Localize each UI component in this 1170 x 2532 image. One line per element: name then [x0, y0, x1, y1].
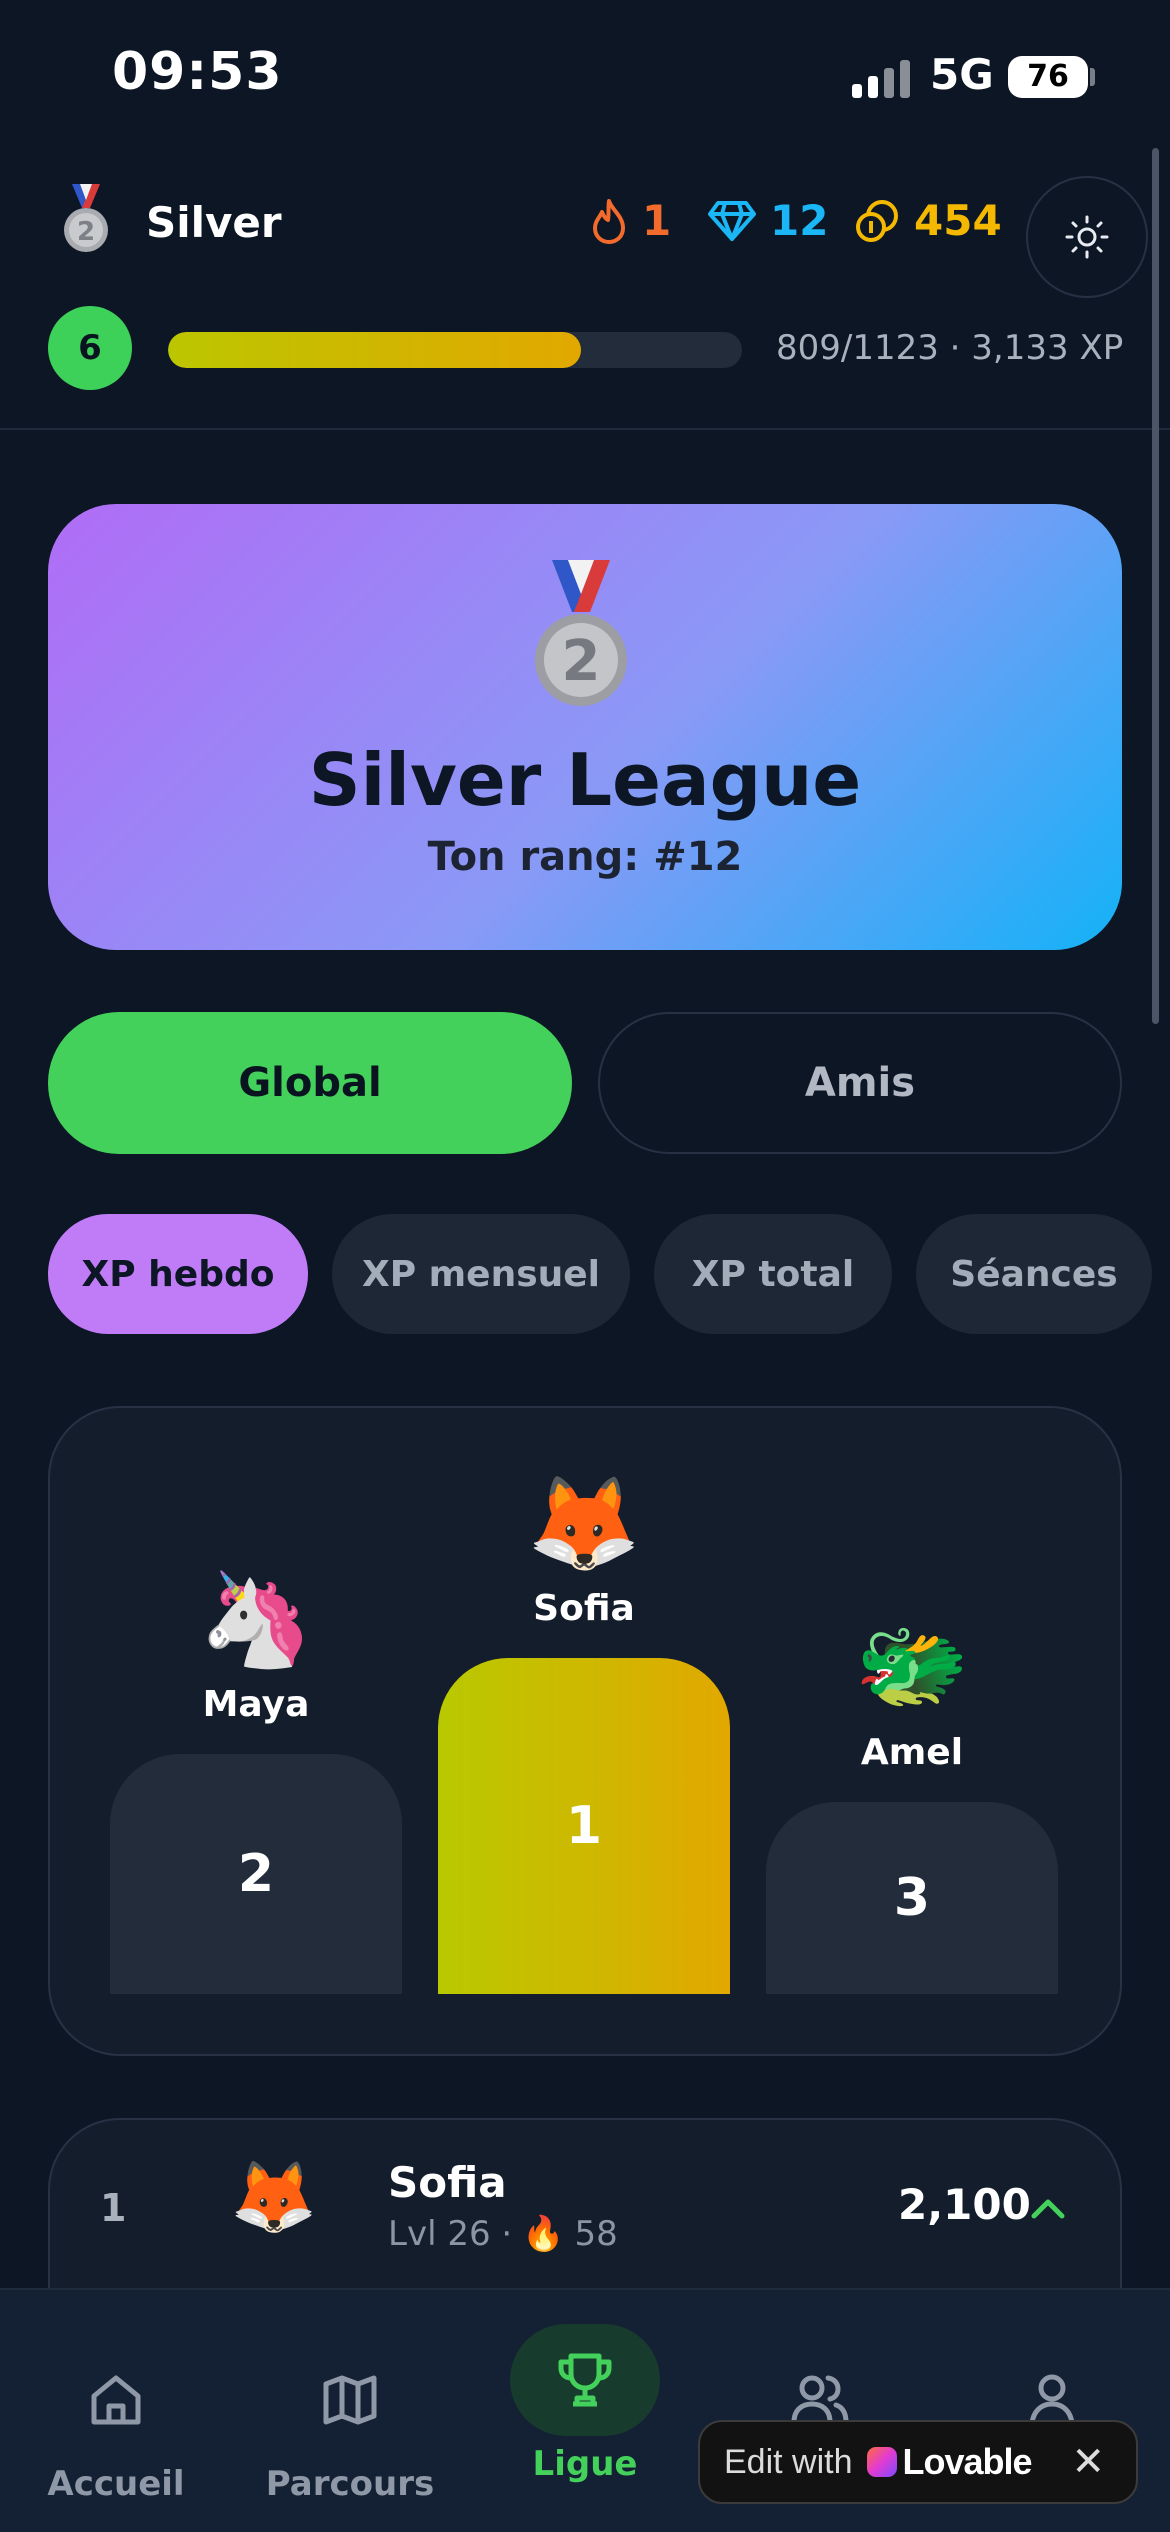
- trend-up-icon: [1031, 2199, 1065, 2219]
- lovable-text: Edit with: [724, 2442, 853, 2481]
- coin-counter[interactable]: 454: [854, 196, 1002, 245]
- nav-accueil[interactable]: Accueil: [16, 2288, 216, 2532]
- status-time: 09:53: [112, 42, 283, 102]
- gem-counter[interactable]: 12: [708, 196, 828, 245]
- theme-toggle-button[interactable]: [1026, 176, 1148, 298]
- streak-value: 1: [642, 196, 672, 245]
- silver-medal-icon: 2: [64, 184, 108, 252]
- nav-ligue[interactable]: Ligue: [485, 2288, 685, 2532]
- xp-text: 809/1123 · 3,133 XP: [776, 328, 1124, 368]
- scrollbar[interactable]: [1152, 148, 1159, 1024]
- flame-icon: [593, 198, 625, 244]
- medal-number: 2: [562, 629, 601, 694]
- podium-name-1[interactable]: Sofia: [484, 1588, 684, 1629]
- gem-value: 12: [770, 196, 829, 245]
- battery-tip: [1090, 68, 1095, 86]
- user-rank: Ton rang: #12: [427, 834, 743, 880]
- header-league-name: Silver: [146, 198, 282, 247]
- podium-pedestal-1: 1: [438, 1658, 730, 1994]
- tab-amis[interactable]: Amis: [598, 1012, 1122, 1154]
- signal-icon: [852, 58, 912, 98]
- podium-pedestal-2: 2: [110, 1754, 402, 1994]
- nav-label-parcours: Parcours: [265, 2464, 435, 2504]
- trophy-icon: [558, 2353, 612, 2407]
- svg-text:2: 2: [77, 217, 95, 247]
- chip-seances[interactable]: Séances: [916, 1214, 1152, 1334]
- network-label: 5G: [930, 50, 994, 99]
- row-subtitle: Lvl 26 · 🔥 58: [388, 2214, 618, 2254]
- map-icon: [323, 2375, 377, 2425]
- xp-progress-bar: [168, 332, 742, 368]
- chip-xp-hebdo[interactable]: XP hebdo: [48, 1214, 308, 1334]
- tab-global[interactable]: Global: [48, 1012, 572, 1154]
- podium-avatar-1: 🦊: [526, 1470, 642, 1577]
- close-icon[interactable]: ✕: [1072, 2439, 1106, 2485]
- podium-name-3[interactable]: Amel: [812, 1732, 1012, 1773]
- home-icon: [91, 2375, 141, 2425]
- podium-name-2[interactable]: Maya: [156, 1684, 356, 1725]
- chip-xp-total[interactable]: XP total: [654, 1214, 892, 1334]
- chip-xp-mensuel[interactable]: XP mensuel: [332, 1214, 630, 1334]
- row-streak: 58: [574, 2214, 618, 2254]
- level-badge: 6: [48, 306, 132, 390]
- row-level: Lvl 26 ·: [388, 2214, 513, 2254]
- lovable-logo-icon: [866, 2447, 897, 2477]
- row-rank: 1: [100, 2186, 127, 2230]
- flame-icon: 🔥: [522, 2214, 565, 2254]
- header-divider: [0, 428, 1170, 430]
- lovable-brand: Lovable: [902, 2441, 1033, 2482]
- nav-label-accueil: Accueil: [47, 2464, 185, 2504]
- league-title: Silver League: [308, 738, 862, 822]
- coins-icon: [856, 199, 898, 242]
- xp-progress-fill: [168, 332, 582, 368]
- sun-icon: [1065, 215, 1109, 259]
- row-name: Sofia: [388, 2158, 507, 2207]
- nav-parcours[interactable]: Parcours: [250, 2288, 450, 2532]
- silver-medal-icon: 2: [535, 560, 627, 706]
- podium-avatar-3: 🐲: [854, 1612, 970, 1719]
- streak-counter[interactable]: 1: [590, 196, 671, 245]
- diamond-icon: [708, 200, 756, 241]
- row-avatar: 🦊: [230, 2156, 318, 2238]
- row-score: 2,100: [898, 2180, 1031, 2229]
- podium-avatar-2: 🦄: [198, 1566, 314, 1673]
- coin-value: 454: [914, 196, 1002, 245]
- edit-with-lovable-badge[interactable]: Edit with Lovable ✕: [698, 2420, 1138, 2504]
- podium-pedestal-3: 3: [766, 1802, 1058, 1994]
- nav-label-ligue: Ligue: [532, 2444, 638, 2484]
- battery-icon: 76: [1008, 56, 1088, 98]
